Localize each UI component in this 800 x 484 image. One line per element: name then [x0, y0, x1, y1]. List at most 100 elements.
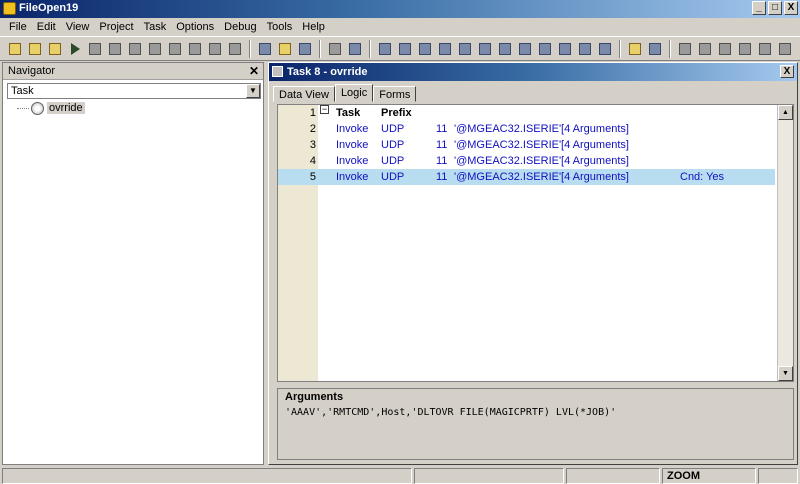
toolbar-button-12[interactable]	[226, 40, 244, 58]
toolbar-button-24[interactable]	[496, 40, 514, 58]
toolbar-button-18[interactable]	[376, 40, 394, 58]
close-project-button[interactable]	[46, 40, 64, 58]
logic-editor[interactable]: 1 − Task Prefix 2 Invoke UDP 11 '@MGEAC3…	[277, 104, 794, 382]
close-button[interactable]: X	[784, 1, 798, 15]
toolbar-button-17[interactable]	[346, 40, 364, 58]
open-project-button[interactable]	[26, 40, 44, 58]
toolbar-button-15[interactable]	[296, 40, 314, 58]
toolbar-button-25[interactable]	[516, 40, 534, 58]
menu-options[interactable]: Options	[171, 21, 219, 33]
run-button[interactable]	[66, 40, 84, 58]
grid-icon	[349, 42, 361, 55]
window-icon	[759, 42, 771, 55]
status-pane-main	[2, 468, 412, 484]
toolbar-button-27[interactable]	[556, 40, 574, 58]
navigator-close-button[interactable]: ✕	[249, 64, 259, 78]
logic-row[interactable]: 4 Invoke UDP 11 '@MGEAC32.ISERIE'[4 Argu…	[278, 153, 775, 169]
toolbar-button-30[interactable]	[626, 40, 644, 58]
menu-debug[interactable]: Debug	[219, 21, 261, 33]
document-icon	[189, 42, 201, 55]
invoke-number: 11	[436, 171, 448, 183]
status-pane-3	[566, 468, 660, 484]
toolbar-button-20[interactable]	[416, 40, 434, 58]
wand-icon	[279, 42, 291, 55]
menu-help[interactable]: Help	[297, 21, 330, 33]
toolbar-separator	[319, 39, 321, 58]
model-icon	[479, 42, 491, 55]
navigator-type-select[interactable]: Task ▼	[7, 83, 261, 99]
arguments-text: 'AAAV','RMTCMD',Host,'DLTOVR FILE(MAGICP…	[285, 407, 617, 418]
toolbar-separator	[619, 39, 621, 58]
task-tabs: Data View Logic Forms	[273, 84, 417, 102]
navigator-type-value: Task	[11, 85, 34, 97]
logic-row[interactable]: 2 Invoke UDP 11 '@MGEAC32.ISERIE'[4 Argu…	[278, 121, 775, 137]
toolbar-button-28[interactable]	[576, 40, 594, 58]
toolbar-button-13[interactable]	[256, 40, 274, 58]
toolbar-button-23[interactable]	[476, 40, 494, 58]
stop-button[interactable]	[126, 40, 144, 58]
toolbar-button-11[interactable]	[206, 40, 224, 58]
form-icon	[559, 42, 571, 55]
toolbar-button-35[interactable]	[736, 40, 754, 58]
tab-forms[interactable]: Forms	[373, 86, 417, 102]
menu-file[interactable]: File	[4, 21, 32, 33]
tab-logic[interactable]: Logic	[334, 84, 374, 102]
logic-row-selected[interactable]: 5 Invoke UDP 11 '@MGEAC32.ISERIE'[4 Argu…	[278, 169, 775, 185]
toolbar-button-22[interactable]	[456, 40, 474, 58]
invoke-expression: '@MGEAC32.ISERIE'[4 Arguments]	[454, 123, 629, 135]
edit-icon	[649, 42, 661, 55]
tree-item-ovrride[interactable]: ovrride	[17, 100, 85, 116]
toolbar-separator	[669, 39, 671, 58]
menu-task[interactable]: Task	[139, 21, 172, 33]
pause-icon	[169, 42, 181, 55]
chevron-down-icon[interactable]: ▼	[246, 84, 260, 98]
toolbar-button-36[interactable]	[756, 40, 774, 58]
play-icon	[70, 42, 80, 55]
line-number: 2	[309, 123, 316, 135]
toolbar-button-33[interactable]	[696, 40, 714, 58]
pause-button[interactable]	[166, 40, 184, 58]
document-icon	[89, 42, 101, 55]
new-project-button[interactable]	[6, 40, 24, 58]
tree-icon	[299, 42, 311, 55]
stop-icon	[129, 42, 141, 55]
maximize-button[interactable]: □	[768, 1, 782, 15]
task-close-button[interactable]: X	[780, 65, 794, 78]
menu-project[interactable]: Project	[94, 21, 138, 33]
tree-icon	[259, 42, 271, 55]
preview-button[interactable]	[146, 40, 164, 58]
toolbar-button-31[interactable]	[646, 40, 664, 58]
tree-item-label: ovrride	[47, 102, 85, 114]
toolbar-button-29[interactable]	[596, 40, 614, 58]
vertical-scrollbar[interactable]: ▲ ▼	[777, 105, 793, 381]
toolbar-button-32[interactable]	[676, 40, 694, 58]
invoke-type: UDP	[381, 123, 405, 135]
toolbar-button-19[interactable]	[396, 40, 414, 58]
window-icon	[699, 42, 711, 55]
scroll-up-icon[interactable]: ▲	[778, 105, 793, 120]
menu-edit[interactable]: Edit	[32, 21, 61, 33]
minimize-button[interactable]: _	[752, 1, 766, 15]
toolbar-button-34[interactable]	[716, 40, 734, 58]
logic-header-row[interactable]: 1 − Task Prefix	[278, 105, 775, 121]
toolbar-button-37[interactable]	[776, 40, 794, 58]
logic-row[interactable]: 3 Invoke UDP 11 '@MGEAC32.ISERIE'[4 Argu…	[278, 137, 775, 153]
toolbar-button-6[interactable]	[106, 40, 124, 58]
document-icon	[109, 42, 121, 55]
table-icon	[399, 42, 411, 55]
folder-icon	[49, 42, 61, 55]
collapse-icon[interactable]: −	[320, 105, 329, 114]
menu-tools[interactable]: Tools	[262, 21, 298, 33]
invoke-type: UDP	[381, 171, 405, 183]
toolbar-button-10[interactable]	[186, 40, 204, 58]
toolbar-button-5[interactable]	[86, 40, 104, 58]
find-button[interactable]	[326, 40, 344, 58]
menu-view[interactable]: View	[61, 21, 95, 33]
wizard-button[interactable]	[276, 40, 294, 58]
scroll-down-icon[interactable]: ▼	[778, 366, 793, 381]
toolbar-button-26[interactable]	[536, 40, 554, 58]
line-number: 1	[309, 107, 316, 119]
toolbar-button-21[interactable]	[436, 40, 454, 58]
tab-data-view[interactable]: Data View	[273, 86, 335, 102]
arguments-label: Arguments	[285, 391, 344, 403]
